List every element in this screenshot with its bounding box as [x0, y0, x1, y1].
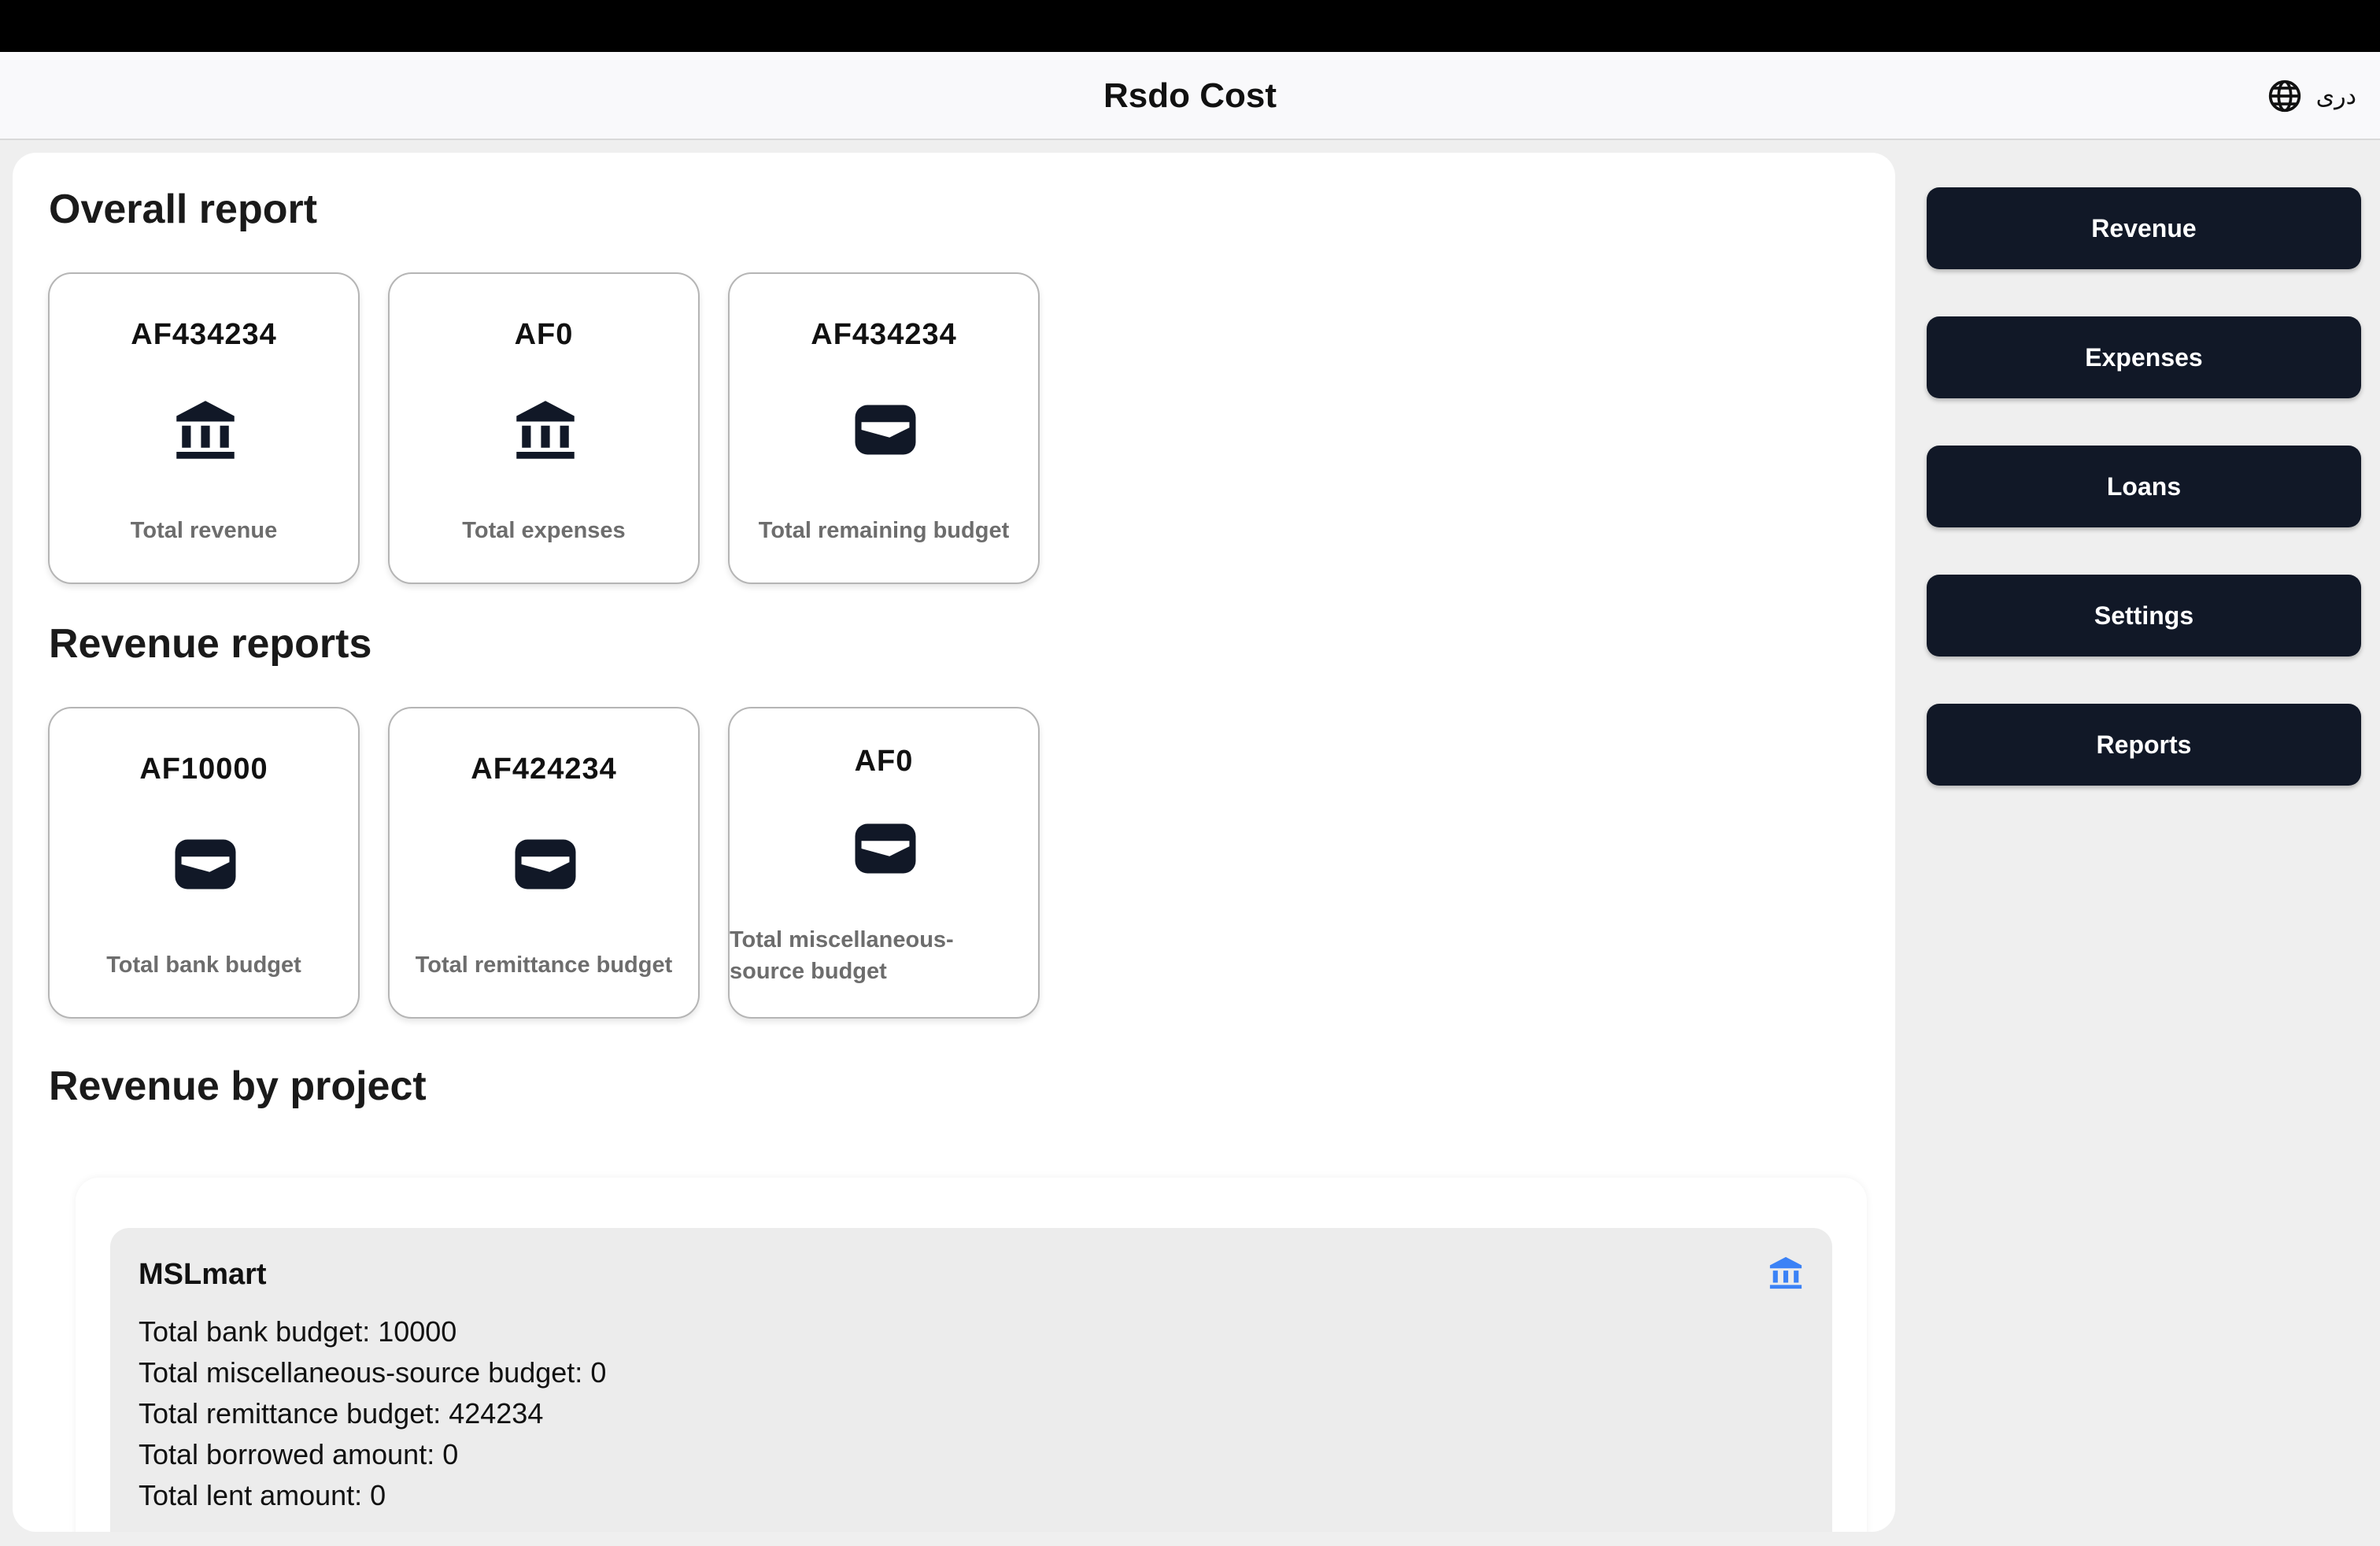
- language-switcher[interactable]: دری: [2267, 76, 2356, 117]
- sidebar-nav: Revenue Expenses Loans Settings Reports: [1927, 187, 2361, 833]
- project-lent-amount: Total lent amount: 0: [139, 1479, 386, 1511]
- loans-button[interactable]: Loans: [1927, 446, 2361, 527]
- revenue-by-project-title: Revenue by project: [49, 1063, 427, 1109]
- top-black-bar: [0, 0, 2380, 52]
- project-card[interactable]: MSLmart Total bank budget: 10000 Total m…: [110, 1228, 1832, 1532]
- bank-icon: [172, 397, 238, 463]
- project-borrowed-amount: Total borrowed amount: 0: [139, 1438, 459, 1470]
- bank-icon: [512, 397, 578, 463]
- total-misc-source-budget-card[interactable]: AF0 Total miscellaneous-source budget: [728, 707, 1040, 1019]
- card-label: Total expenses: [462, 518, 626, 543]
- card-value: AF0: [854, 745, 914, 778]
- card-value: AF424234: [471, 753, 617, 786]
- revenue-reports-title: Revenue reports: [49, 621, 372, 667]
- expenses-button[interactable]: Expenses: [1927, 316, 2361, 398]
- project-misc-budget: Total miscellaneous-source budget: 0: [139, 1356, 607, 1389]
- card-label: Total remittance budget: [415, 952, 673, 978]
- card-label: Total revenue: [130, 518, 278, 543]
- total-remittance-budget-card[interactable]: AF424234 Total remittance budget: [388, 707, 700, 1019]
- card-label: Total bank budget: [106, 952, 301, 978]
- card-value: AF0: [514, 318, 574, 351]
- card-value: AF10000: [139, 753, 268, 786]
- total-expenses-card[interactable]: AF0 Total expenses: [388, 272, 700, 584]
- reports-button[interactable]: Reports: [1927, 704, 2361, 786]
- overall-report-title: Overall report: [49, 187, 318, 232]
- app-header: Rsdo Cost دری: [0, 52, 2380, 140]
- project-bank-budget: Total bank budget: 10000: [139, 1315, 457, 1348]
- dashboard-panel: Overall report AF434234 Total revenue AF…: [13, 153, 1895, 1532]
- card-value: AF434234: [131, 318, 277, 351]
- language-label: دری: [2315, 82, 2356, 110]
- total-remaining-budget-card[interactable]: AF434234 Total remaining budget: [728, 272, 1040, 584]
- globe-icon: [2268, 80, 2301, 113]
- total-revenue-card[interactable]: AF434234 Total revenue: [48, 272, 360, 584]
- revenue-button[interactable]: Revenue: [1927, 187, 2361, 269]
- card-value: AF434234: [811, 318, 957, 351]
- project-name: MSLmart: [139, 1258, 267, 1291]
- project-remittance-budget: Total remittance budget: 424234: [139, 1397, 544, 1429]
- card-label: Total miscellaneous-source budget: [730, 927, 954, 984]
- wallet-icon: [852, 397, 918, 463]
- project-details: Total bank budget: 10000 Total miscellan…: [139, 1311, 606, 1516]
- wallet-icon: [172, 831, 238, 897]
- wallet-icon: [512, 831, 578, 897]
- settings-button[interactable]: Settings: [1927, 575, 2361, 656]
- wallet-icon: [852, 816, 918, 882]
- bank-icon[interactable]: [1768, 1255, 1804, 1291]
- card-label: Total remaining budget: [758, 518, 1010, 543]
- total-bank-budget-card[interactable]: AF10000 Total bank budget: [48, 707, 360, 1019]
- project-list: MSLmart Total bank budget: 10000 Total m…: [76, 1178, 1867, 1532]
- app-title: Rsdo Cost: [1103, 76, 1277, 115]
